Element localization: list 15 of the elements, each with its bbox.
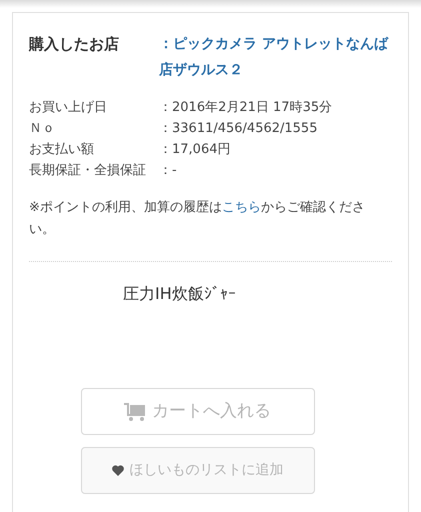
heart-icon xyxy=(112,465,124,476)
store-label: 購入したお店 xyxy=(29,34,120,55)
detail-value: ：- xyxy=(159,162,177,180)
detail-value: ：17,064円 xyxy=(159,141,230,159)
detail-label: Ｎｏ xyxy=(29,120,56,138)
product-name: 圧力IH炊飯ｼﾞｬｰ xyxy=(123,283,236,305)
cart-icon xyxy=(124,402,146,422)
detail-label: 長期保証・全損保証 xyxy=(29,162,147,180)
detail-label: お買い上げ日 xyxy=(29,99,108,117)
here-link[interactable]: こちら xyxy=(222,200,261,215)
detail-label: お支払い額 xyxy=(29,141,95,159)
store-link[interactable]: ：ピックカメラ アウトレットなんば店ザウルス２ xyxy=(159,31,392,83)
detail-value: ：33611/456/4562/1555 xyxy=(159,120,318,138)
points-note: ※ポイントの利用、加算の履歴はこちらからご確認ください。 xyxy=(29,199,366,239)
detail-value: ：2016年2月21日 17時35分 xyxy=(159,99,332,117)
